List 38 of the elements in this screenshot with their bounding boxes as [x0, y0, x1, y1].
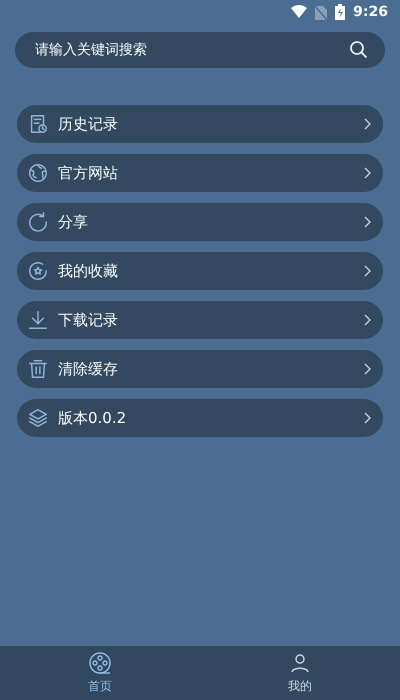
menu-item[interactable]: 我的收藏: [17, 252, 383, 290]
menu-label: 官方网站: [58, 162, 119, 184]
layers-icon: [27, 407, 49, 429]
chevron-right-icon: [363, 216, 371, 228]
tab[interactable]: 我的: [200, 646, 400, 700]
menu-label: 我的收藏: [58, 260, 119, 282]
chevron-right-icon: [363, 412, 371, 424]
globe-icon: [27, 162, 49, 184]
search-icon[interactable]: [349, 40, 369, 60]
tab-label: 我的: [288, 678, 312, 695]
menu-label: 下载记录: [58, 310, 119, 331]
menu-item[interactable]: 清除缓存: [17, 350, 383, 388]
wifi-icon: [291, 4, 308, 20]
chevron-right-icon: [363, 363, 371, 375]
chevron-right-icon: [363, 265, 371, 277]
download-icon: [27, 309, 49, 331]
battery-charging-icon: [335, 4, 346, 20]
tab[interactable]: 首页: [0, 646, 200, 700]
menu-item[interactable]: 分享: [17, 203, 383, 241]
menu-item[interactable]: 下载记录: [17, 301, 383, 339]
menu-label: 清除缓存: [58, 358, 119, 380]
chevron-right-icon: [363, 118, 371, 130]
chevron-right-icon: [363, 314, 371, 326]
film-reel-icon: [88, 651, 112, 675]
status-time: 9:26: [353, 3, 388, 22]
menu-item[interactable]: 历史记录: [17, 105, 383, 143]
search-field[interactable]: 请输入关键词搜索: [15, 32, 385, 68]
trash-icon: [27, 358, 49, 380]
circular-arrow-icon: [27, 211, 49, 233]
tab-label: 首页: [88, 678, 112, 695]
menu-label: 分享: [58, 212, 89, 233]
no-sim-icon: [315, 4, 328, 20]
chevron-right-icon: [363, 167, 371, 179]
menu-item[interactable]: 官方网站: [17, 154, 383, 192]
menu-label: 版本0.0.2: [58, 408, 128, 429]
menu-item[interactable]: 版本0.0.2: [17, 399, 383, 437]
star-circle-icon: [27, 260, 49, 282]
menu-label: 历史记录: [58, 114, 119, 135]
